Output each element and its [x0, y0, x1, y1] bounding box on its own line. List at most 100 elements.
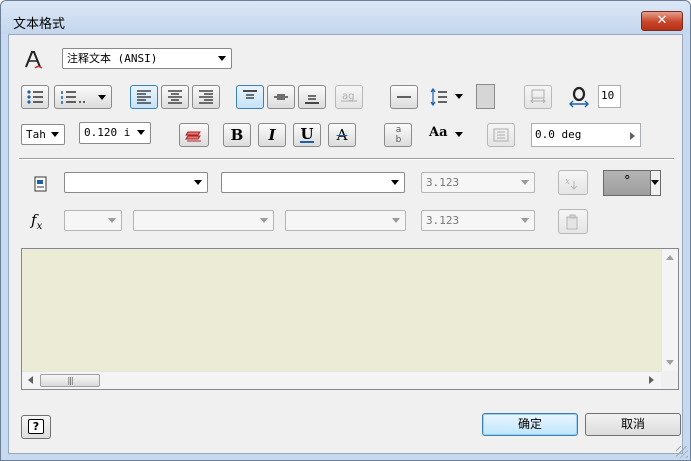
font-size-select[interactable]: 0.120 i	[79, 122, 151, 144]
function-icon: fx	[31, 211, 43, 232]
chevron-down-icon	[521, 218, 529, 223]
bold-label: B	[230, 126, 244, 144]
scroll-up-icon[interactable]	[666, 255, 674, 260]
window-title: 文本格式	[13, 17, 66, 32]
chevron-down-icon	[651, 180, 659, 185]
text-layer-button[interactable]	[179, 123, 209, 147]
character-spacing-value: 10	[601, 89, 615, 102]
strikethrough-label: A	[336, 126, 348, 144]
chevron-down-icon	[194, 180, 202, 185]
chevron-down-icon	[260, 218, 268, 223]
strikethrough-button[interactable]: A	[328, 123, 356, 147]
help-label: ?	[32, 420, 40, 433]
paste-parameter-button[interactable]	[558, 209, 588, 234]
stack-label: ab	[393, 125, 404, 145]
precision-value: 3.123	[426, 176, 460, 189]
chevron-down-icon	[108, 218, 116, 223]
italic-button[interactable]: I	[258, 123, 286, 147]
bullet-list-button[interactable]	[21, 85, 49, 109]
scroll-left-icon[interactable]	[28, 376, 33, 384]
chevron-down-icon	[218, 56, 226, 61]
line-spacing-icon	[430, 87, 447, 107]
text-frame-icon	[493, 128, 509, 142]
ok-button[interactable]: 确定	[482, 413, 578, 436]
horizontal-scrollbar[interactable]: |||	[22, 371, 662, 389]
case-label: Aa	[429, 125, 448, 140]
fx-precision-value: 3.123	[426, 214, 460, 227]
help-button[interactable]: ?	[21, 415, 51, 439]
close-button[interactable]: ✕	[641, 11, 683, 31]
parameter-source-select[interactable]	[221, 172, 405, 193]
cancel-button[interactable]: 取消	[585, 413, 681, 436]
scroll-corner	[661, 371, 678, 389]
bold-button[interactable]: B	[223, 123, 251, 147]
stack-button[interactable]: ab	[384, 123, 412, 147]
text-editor[interactable]: |||	[21, 248, 679, 390]
title-bar[interactable]: 文本格式 ✕	[1, 1, 690, 34]
component-select[interactable]	[64, 172, 208, 193]
valign-bottom-icon	[305, 95, 319, 104]
vertical-scrollbar[interactable]	[661, 249, 678, 371]
valign-top-icon	[243, 90, 257, 99]
svg-text:x: x	[565, 177, 570, 187]
scroll-right-icon[interactable]	[649, 376, 654, 384]
valign-bottom-button[interactable]	[298, 85, 326, 109]
paste-icon	[566, 214, 578, 229]
resize-grip[interactable]	[676, 446, 688, 458]
align-right-icon	[199, 90, 213, 104]
fx-precision-select[interactable]: 3.123	[421, 210, 535, 231]
layers-icon	[185, 131, 201, 142]
bullet-list-icon	[27, 90, 43, 104]
font-value: Tah	[26, 128, 46, 141]
color-swatch[interactable]	[476, 84, 495, 109]
text-style-value: 注释文本 (ANSI)	[67, 52, 158, 65]
character-spacing-input[interactable]: 10	[598, 85, 621, 108]
chevron-down-icon	[392, 218, 400, 223]
symbol-value: °	[624, 174, 631, 189]
rotation-input[interactable]: 0.0 deg	[531, 123, 641, 147]
symbol-dropdown[interactable]: °	[603, 170, 661, 196]
chevron-down-icon	[391, 180, 399, 185]
valign-top-button[interactable]	[236, 85, 264, 109]
line-button[interactable]	[390, 85, 418, 109]
scrollbar-thumb[interactable]: |||	[40, 374, 100, 387]
precision-select[interactable]: 3.123	[421, 172, 535, 193]
text-frame-button[interactable]	[487, 123, 515, 147]
text-style-select[interactable]: 注释文本 (ANSI)	[62, 48, 232, 69]
numbered-list-icon	[61, 91, 85, 104]
dialog-body: 注释文本 (ANSI) ag 10 Tah 0.120 i B I U A ab…	[8, 34, 683, 454]
align-center-button[interactable]	[161, 85, 189, 109]
case-dropdown[interactable]: Aa	[429, 125, 463, 145]
parameter-icon	[33, 176, 49, 192]
chevron-down-icon	[98, 95, 106, 100]
align-right-button[interactable]	[192, 85, 220, 109]
font-select[interactable]: Tah	[21, 124, 65, 145]
insert-parameter-button[interactable]: x	[558, 170, 588, 195]
baseline-button[interactable]: ag	[335, 85, 363, 109]
chevron-down-icon	[51, 132, 59, 137]
baseline-icon: ag	[341, 91, 357, 102]
chevron-down-icon	[521, 180, 529, 185]
valign-middle-icon	[274, 94, 288, 100]
line-spacing-dropdown[interactable]	[429, 87, 463, 107]
fx-type-select[interactable]	[64, 210, 122, 231]
scroll-down-icon[interactable]	[666, 360, 674, 365]
separator	[19, 158, 674, 160]
chevron-down-icon	[455, 94, 463, 99]
valign-middle-button[interactable]	[267, 85, 295, 109]
fit-text-button[interactable]	[524, 85, 552, 109]
text-format-dialog: 文本格式 ✕ 注释文本 (ANSI) ag 10 Tah 0.120 i B I…	[0, 0, 691, 461]
help-icon: ?	[28, 419, 44, 434]
underline-button[interactable]: U	[293, 123, 321, 147]
line-icon	[397, 96, 411, 98]
align-left-button[interactable]	[130, 85, 158, 109]
character-spacing-icon	[567, 85, 591, 109]
fx-property-select[interactable]	[133, 210, 274, 231]
chevron-down-icon	[455, 132, 463, 137]
text-style-icon	[23, 49, 45, 71]
italic-label: I	[268, 126, 276, 144]
insert-parameter-icon: x	[565, 177, 578, 190]
fx-property2-select[interactable]	[285, 210, 406, 231]
chevron-down-icon	[137, 130, 145, 135]
numbered-list-button[interactable]	[54, 85, 112, 109]
